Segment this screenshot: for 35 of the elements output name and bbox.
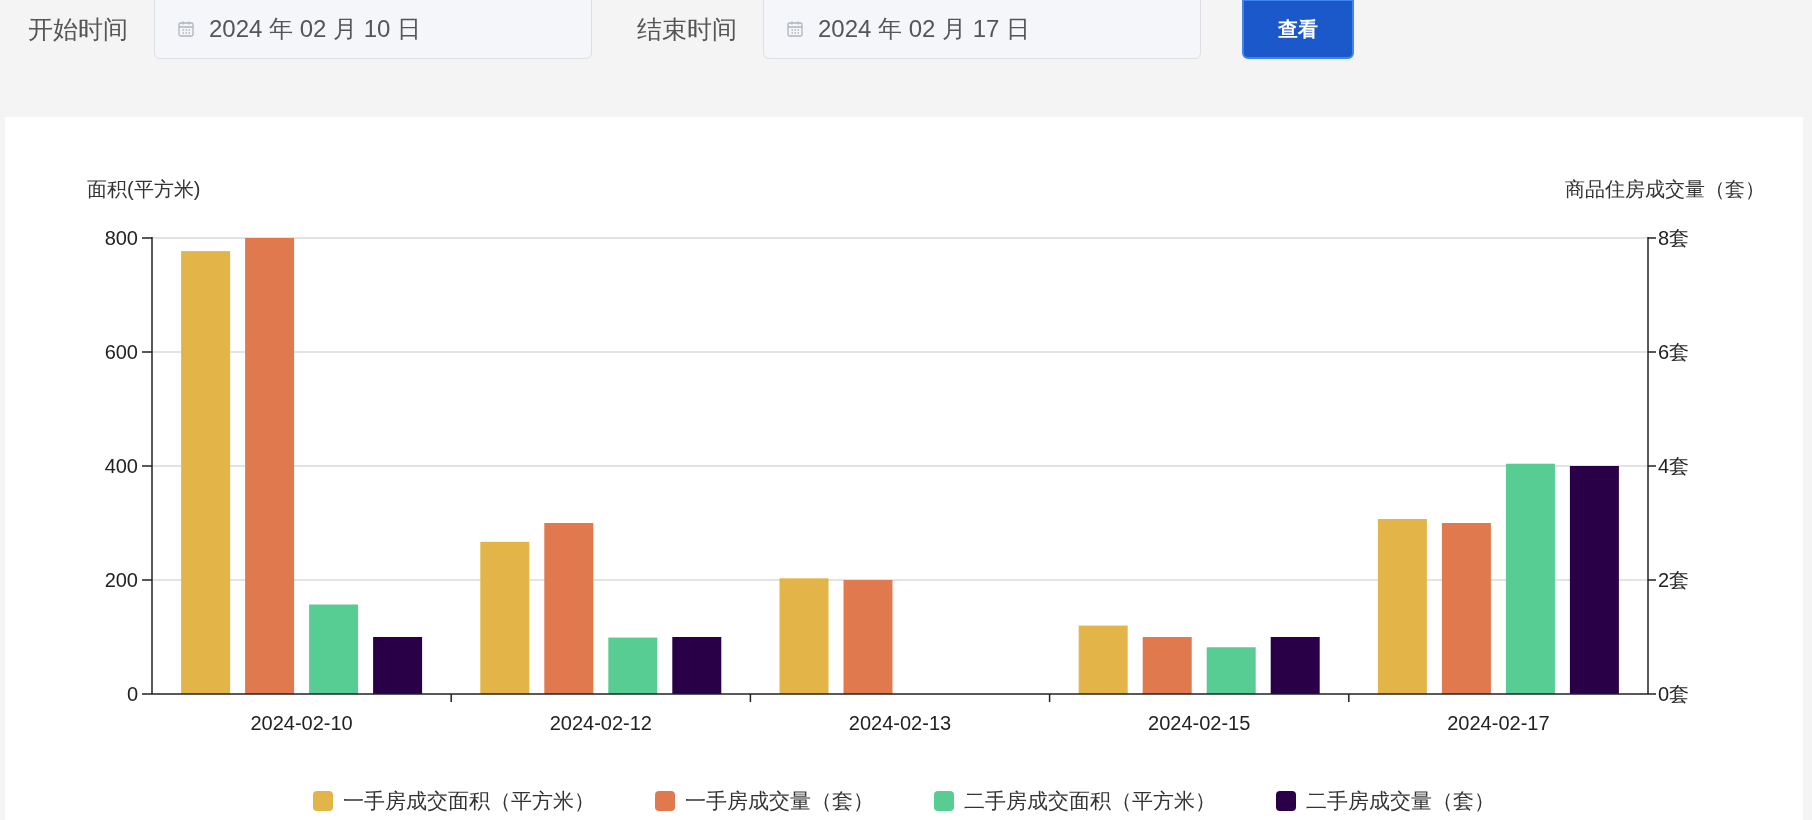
view-button[interactable]: 查看	[1242, 0, 1354, 59]
y-tick-label: 0套	[1658, 683, 1690, 705]
y-tick-label: 400	[104, 455, 138, 477]
y-tick-label: 8套	[1658, 227, 1690, 249]
calendar-icon	[177, 20, 195, 38]
legend-label: 一手房成交面积（平方米）	[343, 788, 595, 814]
legend-label: 二手房成交量（套）	[1306, 788, 1495, 814]
x-tick-label: 2024-02-10	[250, 712, 353, 734]
calendar-icon	[786, 20, 804, 38]
y-tick-label: 800	[104, 227, 138, 249]
x-tick-label: 2024-02-13	[848, 712, 952, 734]
y-tick-label: 0	[126, 683, 138, 705]
x-tick-label: 2024-02-17	[1447, 712, 1550, 734]
y-tick-label: 4套	[1658, 455, 1690, 477]
bar	[1142, 637, 1192, 694]
filter-label: 开始时间	[28, 14, 128, 46]
x-tick-label: 2024-02-12	[549, 712, 652, 734]
y-axis-title: 商品住房成交量（套）	[1565, 178, 1765, 200]
bar	[373, 637, 423, 694]
bar	[608, 637, 658, 694]
y-tick-label: 200	[104, 569, 138, 591]
legend-label: 一手房成交量（套）	[685, 788, 874, 814]
y-tick-label: 600	[104, 341, 138, 363]
legend-label: 二手房成交面积（平方米）	[964, 788, 1216, 814]
date-field[interactable]: 2024 年 02 月 10 日	[154, 0, 592, 59]
y-axis-title: 面积(平方米)	[87, 178, 201, 200]
y-tick-label: 2套	[1658, 569, 1690, 591]
bar	[1270, 637, 1320, 694]
filter-label: 结束时间	[637, 14, 737, 46]
x-tick-label: 2024-02-15	[1148, 712, 1251, 734]
bar	[672, 637, 722, 694]
bar	[1078, 625, 1128, 694]
y-tick-label: 6套	[1658, 341, 1690, 363]
bar	[1206, 647, 1256, 694]
date-field[interactable]: 2024 年 02 月 17 日	[763, 0, 1201, 59]
